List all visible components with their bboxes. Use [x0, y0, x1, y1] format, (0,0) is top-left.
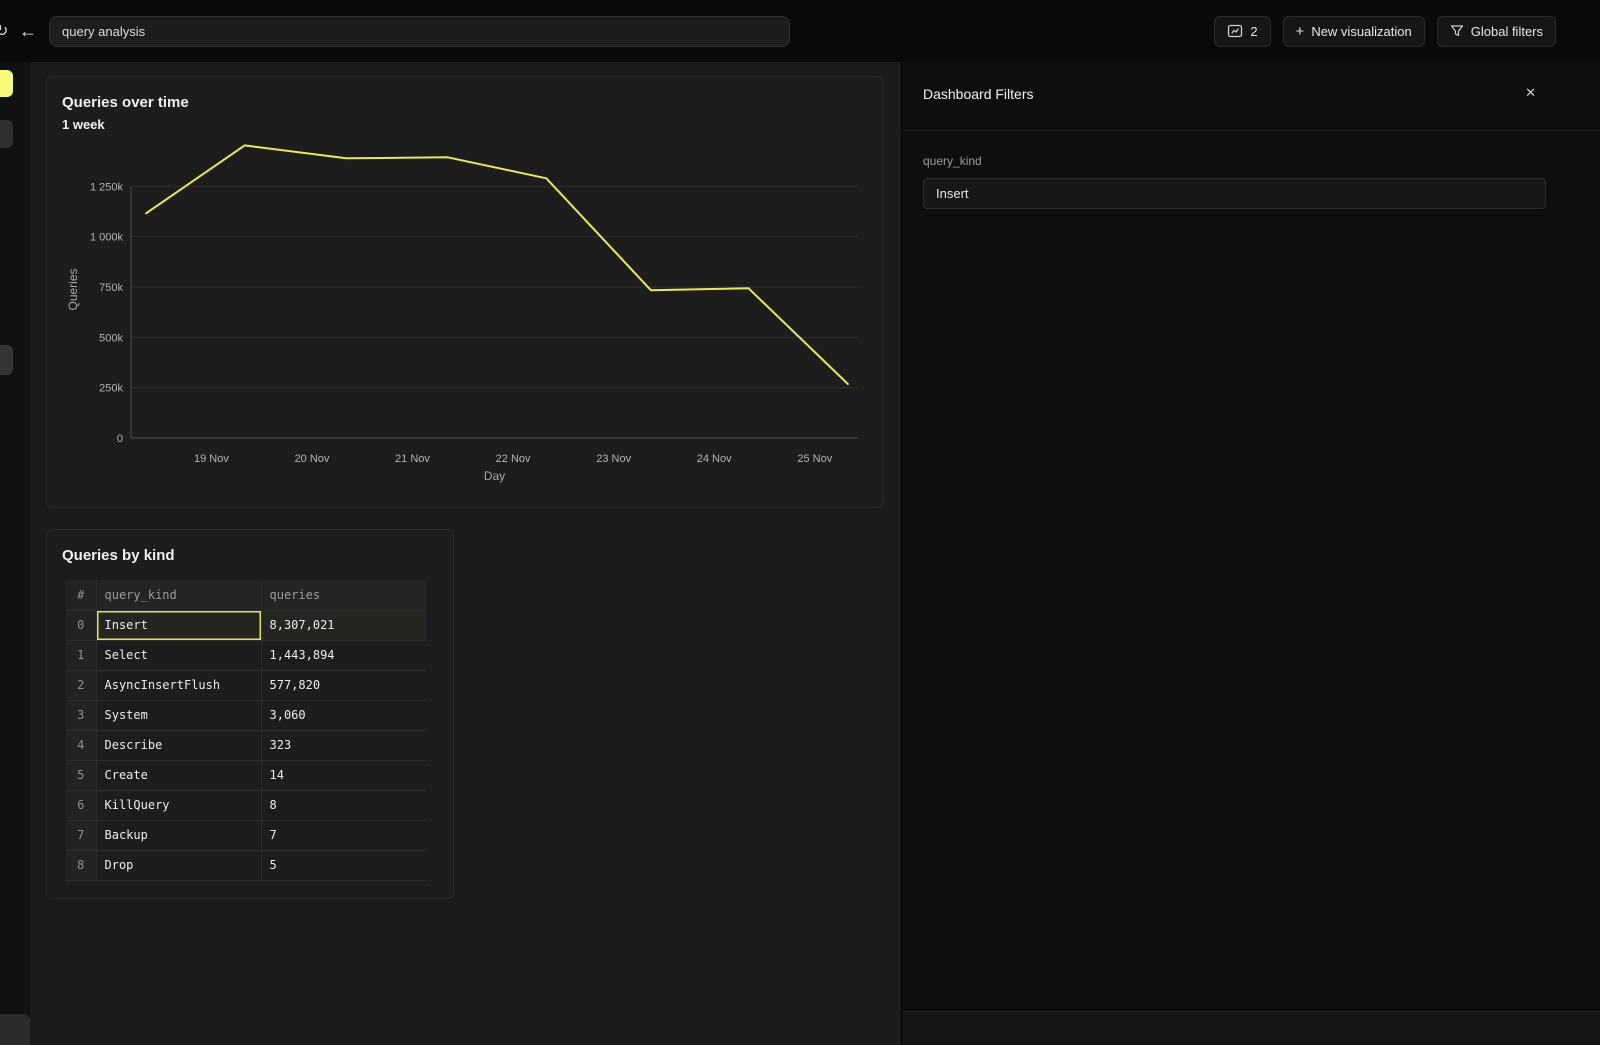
filters-panel-divider [902, 130, 1600, 131]
row-index-cell: 3 [66, 700, 96, 730]
filter-field-label: query_kind [923, 154, 982, 168]
svg-text:22 Nov: 22 Nov [496, 453, 531, 465]
row-index-cell: 2 [66, 670, 96, 700]
svg-text:0: 0 [117, 433, 123, 445]
svg-text:Day: Day [484, 469, 505, 483]
queries-count-cell[interactable]: 7 [261, 820, 426, 850]
queries-count-cell[interactable]: 577,820 [261, 670, 426, 700]
query-kind-cell[interactable]: Select [96, 640, 261, 670]
svg-text:1 000k: 1 000k [90, 232, 124, 244]
dashboard-title-input[interactable] [49, 16, 790, 47]
table-row[interactable]: 8Drop5 [66, 850, 426, 880]
query-kind-cell[interactable]: KillQuery [96, 790, 261, 820]
query-kind-cell[interactable]: Backup [96, 820, 261, 850]
back-button[interactable]: ← [11, 21, 45, 42]
query-kind-cell[interactable]: AsyncInsertFlush [96, 670, 261, 700]
left-sidebar-rail [0, 62, 30, 1045]
svg-text:19 Nov: 19 Nov [194, 453, 229, 465]
table-header: #query_kindqueries [66, 580, 426, 610]
query-kind-cell[interactable]: Describe [96, 730, 261, 760]
queries-by-kind-card: Queries by kind #query_kindqueries 0Inse… [46, 529, 454, 899]
new-visualization-label: New visualization [1311, 24, 1411, 39]
filter-funnel-icon [1450, 24, 1464, 38]
close-icon[interactable]: ✕ [1525, 85, 1536, 101]
queries-count-cell[interactable]: 323 [261, 730, 426, 760]
visualization-count-button[interactable]: 2 [1214, 16, 1270, 47]
svg-text:24 Nov: 24 Nov [697, 453, 732, 465]
svg-text:25 Nov: 25 Nov [797, 453, 832, 465]
dashboard-filters-panel: Dashboard Filters ✕ query_kind [901, 62, 1600, 1045]
filters-panel-footer [902, 1011, 1600, 1045]
table-row[interactable]: 0Insert8,307,021 [66, 610, 426, 640]
queries-count-cell[interactable]: 3,060 [261, 700, 426, 730]
svg-text:1 250k: 1 250k [90, 181, 124, 193]
sidebar-item-active[interactable] [0, 70, 13, 97]
filters-panel-title: Dashboard Filters [923, 86, 1034, 102]
row-index-cell: 0 [66, 610, 96, 640]
main-content: 0250k500k750k1 000k1 250k19 Nov20 Nov21 … [30, 62, 901, 1045]
svg-text:250k: 250k [99, 383, 123, 395]
svg-text:21 Nov: 21 Nov [395, 453, 430, 465]
svg-text:20 Nov: 20 Nov [295, 453, 330, 465]
table-card-title: Queries by kind [62, 547, 175, 564]
table-row[interactable]: 7Backup7 [66, 820, 426, 850]
svg-text:Queries: Queries [66, 268, 80, 310]
queries-over-time-card: 0 250k 500k 750k 1 000k 1 250k 19 Nov 20 Nov 21 … [46, 76, 883, 508]
query-kind-cell[interactable]: Drop [96, 850, 261, 880]
queries-by-kind-table: #query_kindqueries 0Insert8,307,0211Sele… [66, 580, 426, 881]
queries-count-cell[interactable]: 8,307,021 [261, 610, 426, 640]
table-row[interactable]: 2AsyncInsertFlush577,820 [66, 670, 426, 700]
table-column-header: queries [261, 580, 426, 610]
visualization-count-label: 2 [1250, 24, 1257, 39]
query-kind-cell[interactable]: System [96, 700, 261, 730]
queries-over-time-chart: 0 250k 500k 750k 1 000k 1 250k 19 Nov 20 Nov 21 … [47, 77, 884, 507]
svg-text:500k: 500k [99, 332, 123, 344]
row-index-cell: 8 [66, 850, 96, 880]
global-filters-button[interactable]: Global filters [1437, 16, 1556, 47]
queries-count-cell[interactable]: 14 [261, 760, 426, 790]
table-column-header: # [66, 580, 96, 610]
row-index-cell: 1 [66, 640, 96, 670]
queries-count-cell[interactable]: 1,443,894 [261, 640, 426, 670]
query-kind-cell[interactable]: Create [96, 760, 261, 790]
queries-count-cell[interactable]: 5 [261, 850, 426, 880]
chart-card-subtitle: 1 week [62, 117, 105, 132]
row-index-cell: 6 [66, 790, 96, 820]
visualization-count-icon [1227, 23, 1243, 39]
row-index-cell: 5 [66, 760, 96, 790]
table-column-header: query_kind [96, 580, 261, 610]
table-row[interactable]: 1Select1,443,894 [66, 640, 426, 670]
query-kind-filter-input[interactable] [923, 178, 1546, 209]
sidebar-item[interactable] [0, 120, 13, 148]
new-visualization-button[interactable]: + New visualization [1283, 16, 1425, 47]
table-row[interactable]: 6KillQuery8 [66, 790, 426, 820]
query-kind-cell[interactable]: Insert [96, 610, 261, 640]
svg-text:23 Nov: 23 Nov [596, 453, 631, 465]
table-row[interactable]: 5Create14 [66, 760, 426, 790]
global-filters-label: Global filters [1471, 24, 1543, 39]
sidebar-item[interactable] [0, 345, 13, 375]
svg-text:750k: 750k [99, 282, 123, 294]
row-index-cell: 4 [66, 730, 96, 760]
row-index-cell: 7 [66, 820, 96, 850]
plus-icon: + [1296, 24, 1305, 39]
topbar: ↻ ← 2 + New visualization Global filters [0, 0, 1600, 62]
chart-card-title: Queries over time [62, 94, 189, 111]
history-icon[interactable]: ↻ [0, 21, 11, 41]
queries-count-cell[interactable]: 8 [261, 790, 426, 820]
table-row[interactable]: 3System3,060 [66, 700, 426, 730]
sidebar-bottom-item[interactable] [0, 1014, 30, 1045]
table-row[interactable]: 4Describe323 [66, 730, 426, 760]
